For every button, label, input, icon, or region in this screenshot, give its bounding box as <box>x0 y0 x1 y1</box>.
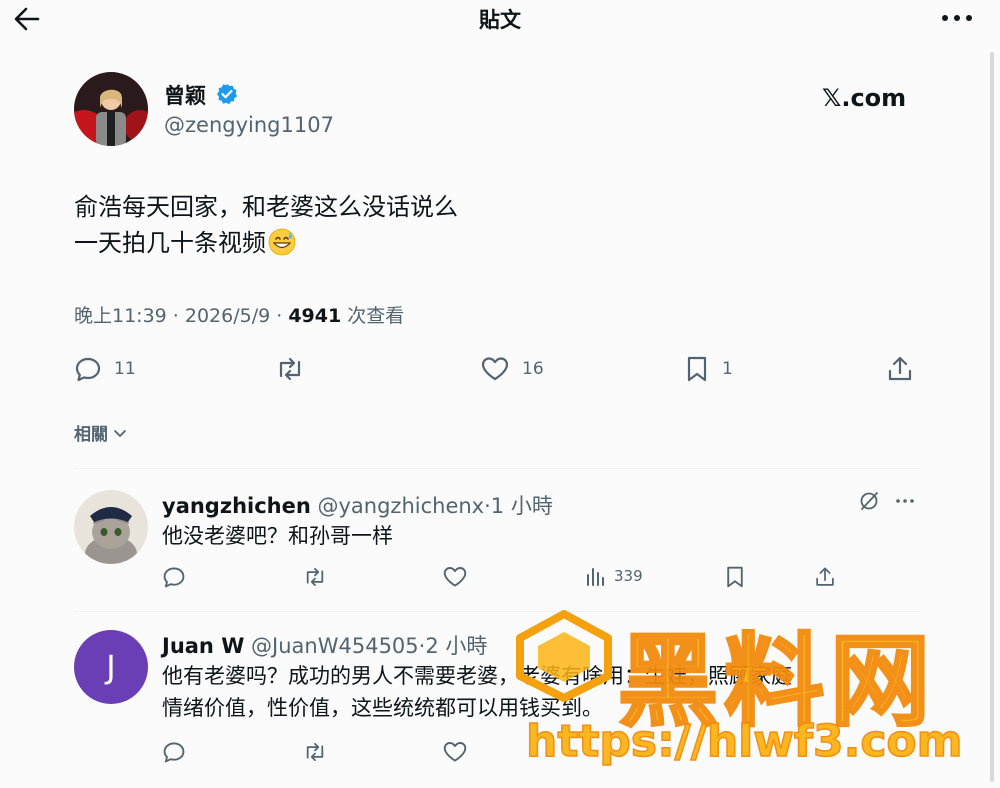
repost-button[interactable] <box>274 352 306 386</box>
more-options-icon[interactable] <box>940 4 974 32</box>
repost-icon <box>306 567 324 587</box>
divider <box>74 468 920 469</box>
reply-author-name[interactable]: Juan W <box>162 634 244 658</box>
bookmark-button[interactable]: 1 <box>684 352 733 386</box>
tweet-author: 曾颖 @zengying1107 𝕏.com <box>74 72 934 148</box>
divider <box>74 611 920 612</box>
reply-time[interactable]: ·2 小時 <box>419 634 488 658</box>
top-bar: 貼文 <box>0 0 1000 40</box>
repost-icon <box>279 357 301 381</box>
tweet-timestamp[interactable]: 晚上11:39 · 2026/5/9 · <box>74 305 288 327</box>
reply-button[interactable]: 11 <box>74 352 136 386</box>
tweet-line: 俞浩每天回家，和老婆这么没话说么 <box>74 193 458 221</box>
reply-item[interactable]: J Juan W @JuanW454505·2 小時 他有老婆吗？成功的男人不需… <box>74 630 920 780</box>
view-count-label: 次查看 <box>341 305 405 327</box>
heart-icon <box>481 357 509 381</box>
reply-count: 11 <box>114 359 136 379</box>
tweet-body: 俞浩每天回家，和老婆这么没话说么 一天拍几十条视频 <box>74 189 458 261</box>
views-button[interactable]: 339 <box>584 565 643 587</box>
author-avatar[interactable] <box>74 72 148 146</box>
view-count: 4941 <box>288 305 342 327</box>
reply-author-name[interactable]: yangzhichen <box>162 494 311 518</box>
share-icon <box>816 567 834 586</box>
reply-body: 他没老婆吧？和孙哥一样 <box>162 520 393 552</box>
reply-button[interactable] <box>162 565 186 589</box>
like-button[interactable] <box>442 740 468 764</box>
avatar-letter: J <box>106 648 116 686</box>
reply-author-handle[interactable]: @yangzhichenx <box>311 494 484 518</box>
reply-view-count: 339 <box>614 567 643 585</box>
like-count: 16 <box>522 359 544 379</box>
reply-icon <box>163 742 185 763</box>
reply-avatar[interactable]: J <box>74 630 148 704</box>
reply-line: 他有老婆吗？成功的男人不需要老婆，老婆有啥用：生娃，照顾家庭 <box>162 664 792 688</box>
share-button[interactable] <box>814 565 836 589</box>
share-icon <box>888 356 912 381</box>
bookmark-count: 1 <box>722 359 733 379</box>
related-label: 相關 <box>74 425 108 445</box>
heart-icon <box>443 567 467 587</box>
reply-header: yangzhichen @yangzhichenx·1 小時 <box>162 490 553 520</box>
reply-line: 情绪价值，性价值，这些统统都可以用钱买到。 <box>162 696 603 720</box>
share-button[interactable] <box>886 352 914 386</box>
repost-button[interactable] <box>302 740 328 764</box>
reply-actions <box>162 740 922 766</box>
tweet-meta: 晚上11:39 · 2026/5/9 · 4941 次查看 <box>74 301 404 328</box>
more-options-icon[interactable] <box>894 490 916 512</box>
author-handle[interactable]: @zengying1107 <box>164 113 334 137</box>
author-name[interactable]: 曾颖 <box>164 80 206 110</box>
like-button[interactable] <box>442 565 468 589</box>
bookmark-icon <box>727 566 743 588</box>
bookmark-button[interactable] <box>724 565 746 589</box>
reply-actions: 339 <box>162 565 922 591</box>
grok-icon[interactable] <box>858 490 880 512</box>
bar-chart-icon <box>587 568 604 586</box>
reply-header: Juan W @JuanW454505·2 小時 <box>162 630 487 660</box>
reply-icon <box>75 357 101 382</box>
reply-line: 他没老婆吧？和孙哥一样 <box>162 524 393 548</box>
grinning-sweat-emoji-icon <box>268 228 296 256</box>
related-sort-toggle[interactable]: 相關 <box>74 420 128 445</box>
bookmark-icon <box>687 356 707 382</box>
reply-body: 他有老婆吗？成功的男人不需要老婆，老婆有啥用：生娃，照顾家庭 情绪价值，性价值，… <box>162 660 792 724</box>
repost-button[interactable] <box>302 565 328 589</box>
reply-item[interactable]: yangzhichen @yangzhichenx·1 小時 他没老婆吧？和孙哥… <box>74 490 920 600</box>
heart-icon <box>443 742 467 762</box>
tweet-actions: 11 16 1 <box>74 352 916 388</box>
x-com-logo: 𝕏.com <box>822 84 907 112</box>
reply-author-handle[interactable]: @JuanW454505 <box>244 634 419 658</box>
reply-icon <box>163 567 185 588</box>
scrollbar[interactable] <box>990 52 994 782</box>
reply-button[interactable] <box>162 740 186 764</box>
repost-icon <box>306 742 324 762</box>
chevron-down-icon <box>114 429 126 437</box>
verified-badge-icon <box>216 83 238 105</box>
like-button[interactable]: 16 <box>480 352 544 386</box>
page-title: 貼文 <box>479 8 521 32</box>
reply-avatar[interactable] <box>74 490 148 564</box>
reply-time[interactable]: ·1 小時 <box>484 494 553 518</box>
tweet-line: 一天拍几十条视频 <box>74 229 266 257</box>
reply-top-icons <box>858 490 916 512</box>
